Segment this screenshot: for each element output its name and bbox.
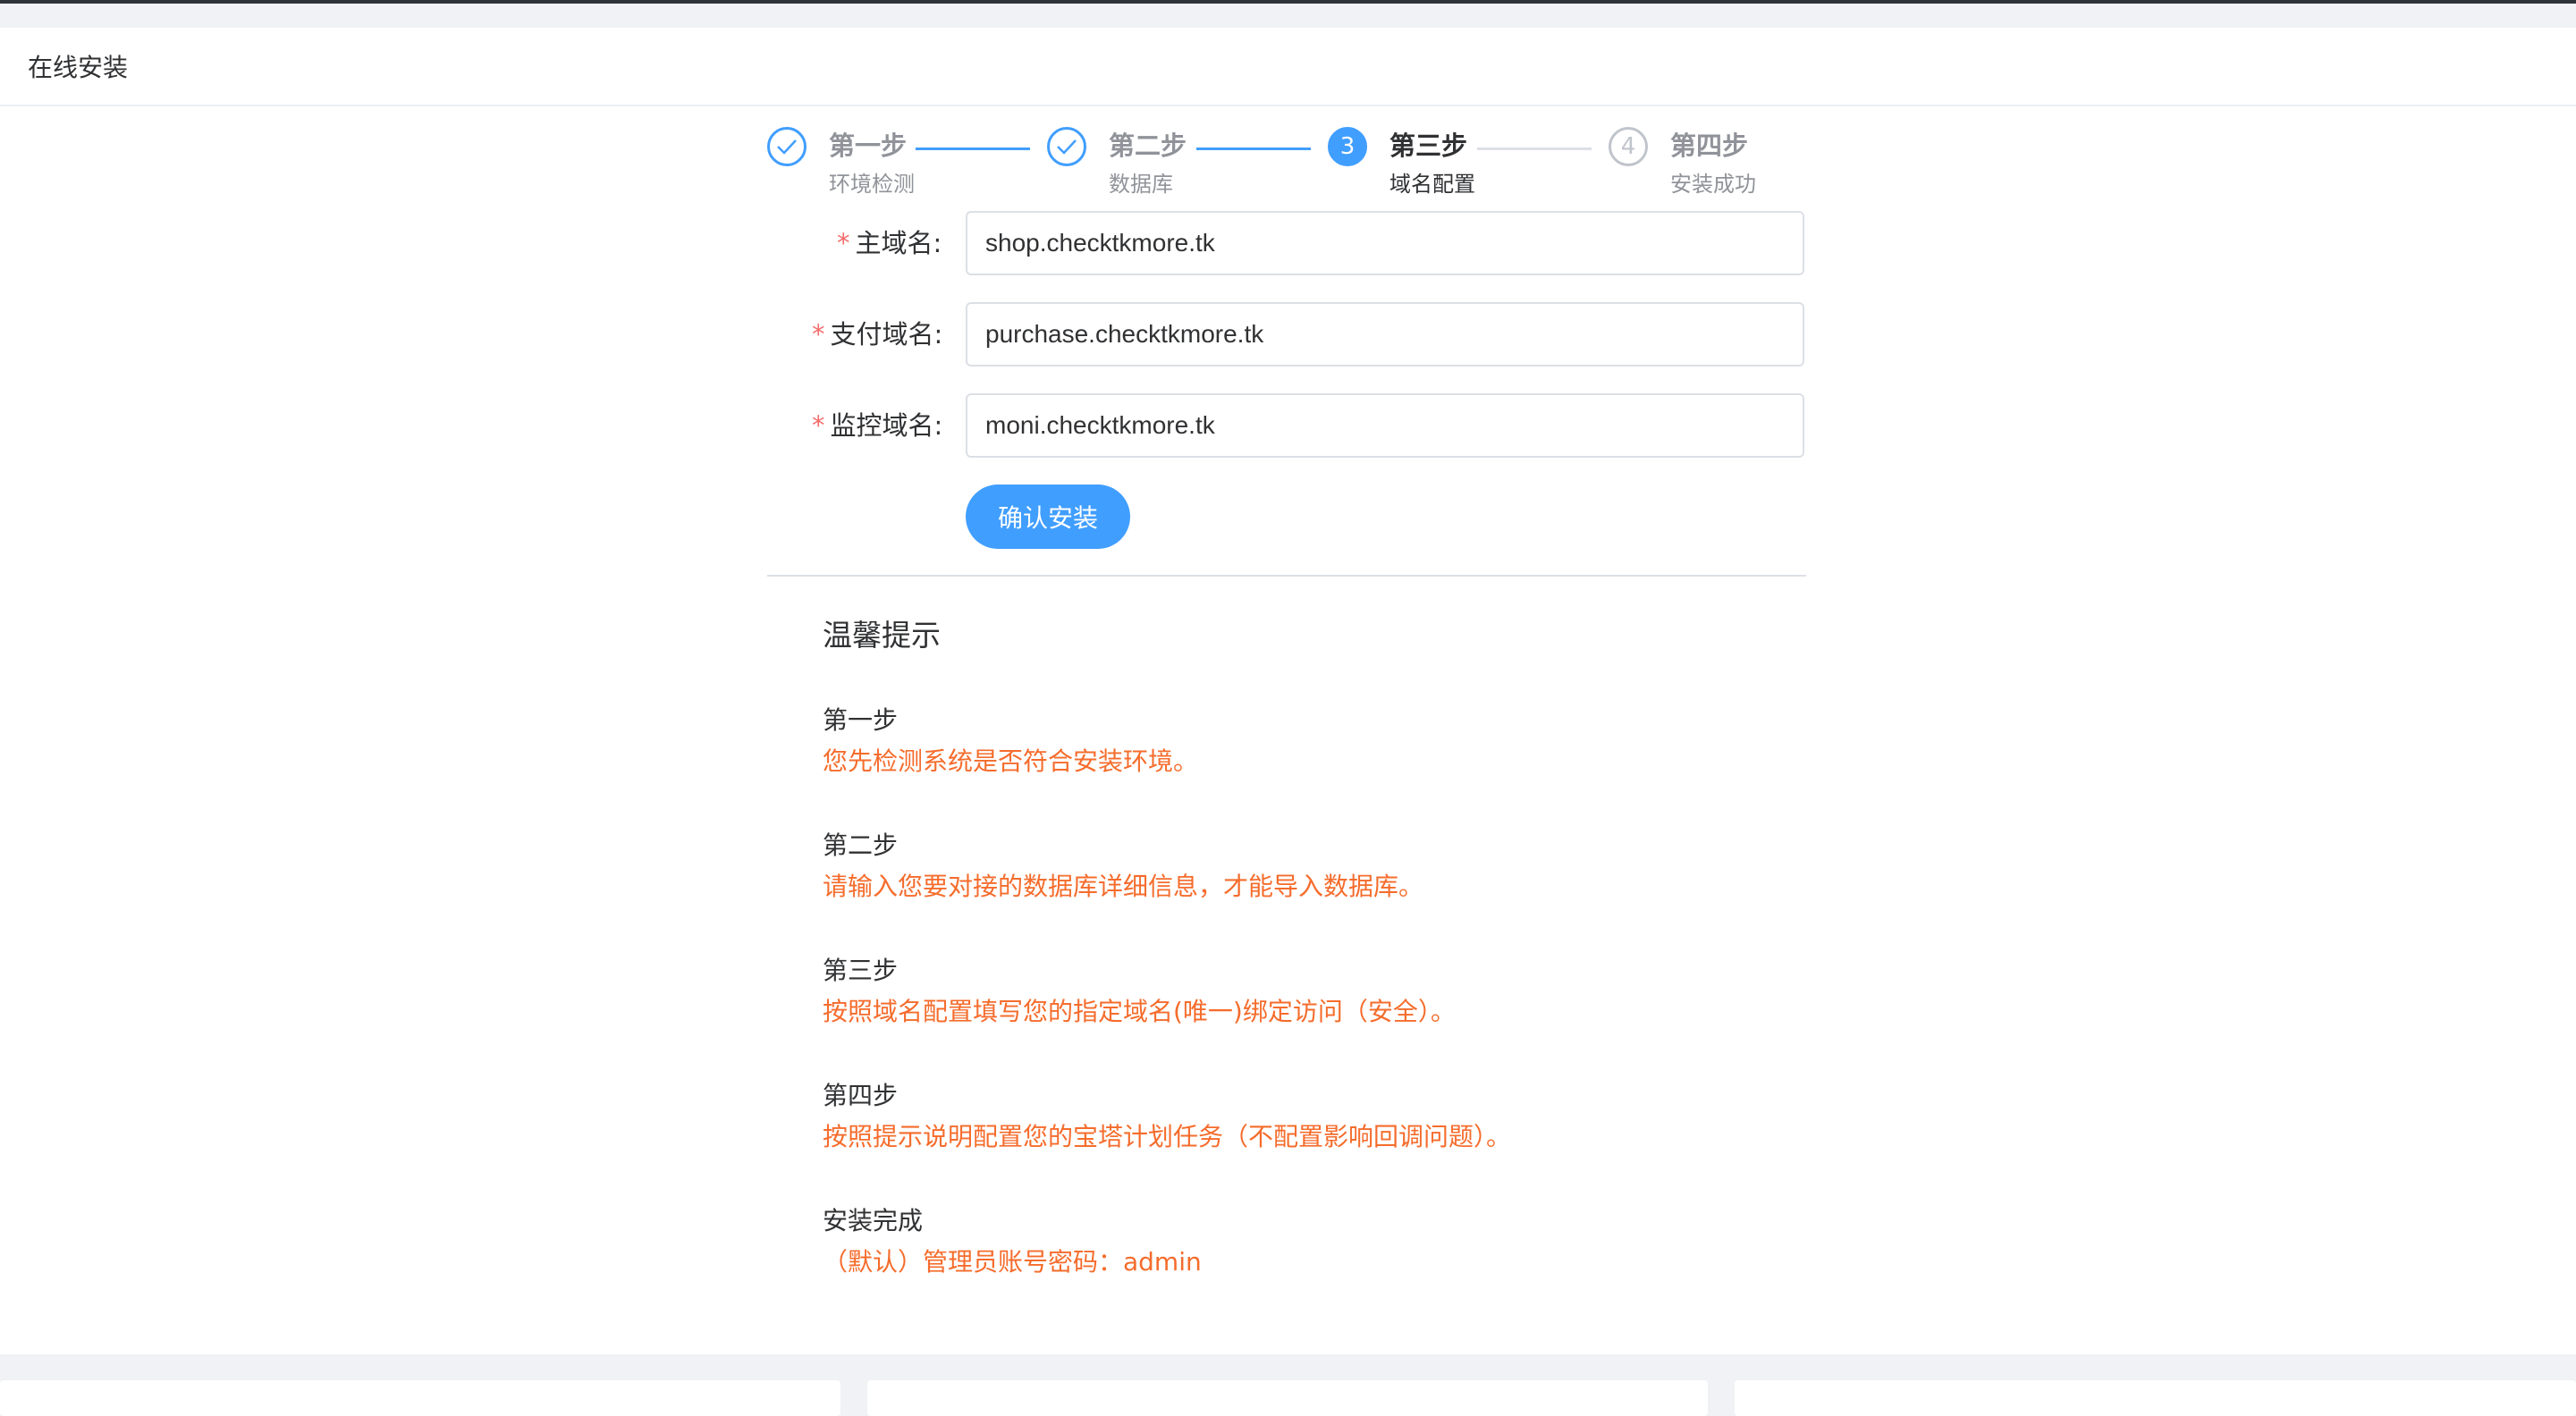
form-row-main-domain: * 主域名: [767, 211, 1804, 275]
check-icon [1047, 127, 1086, 166]
step-title: 第三步 [1389, 131, 1468, 161]
pay-domain-input[interactable] [966, 302, 1804, 367]
bottom-card [0, 1380, 840, 1416]
required-mark: * [812, 319, 825, 350]
bottom-card [1735, 1380, 2576, 1416]
step-number-icon: 4 [1609, 127, 1648, 166]
install-steps: 第一步 环境检测 第二步 数据库 3 第三步 域名配置 4 第四步 安装成功 [767, 97, 1804, 204]
tip-item: 第四步 按照提示说明配置您的宝塔计划任务（不配置影响回调问题）。 [823, 1075, 1511, 1158]
main-domain-input[interactable] [966, 211, 1804, 275]
step-desc: 环境检测 [829, 172, 915, 197]
tip-step: 第四步 [823, 1081, 899, 1110]
step-title: 第四步 [1670, 131, 1749, 161]
step-desc: 安装成功 [1670, 172, 1756, 197]
step-desc: 域名配置 [1389, 172, 1475, 197]
tip-text: 请输入您要对接的数据库详细信息，才能导入数据库。 [823, 872, 1424, 901]
tips-section: 温馨提示 第一步 您先检测系统是否符合安装环境。 第二步 请输入您要对接的数据库… [823, 611, 1806, 1277]
form-row-pay-domain: * 支付域名: [767, 302, 1804, 367]
page-title: 在线安装 [28, 53, 129, 82]
tip-item: 第三步 按照域名配置填写您的指定域名(唯一)绑定访问（安全）。 [823, 950, 1456, 1032]
monitor-domain-label: * 监控域名: [812, 410, 943, 441]
divider [767, 575, 1806, 577]
monitor-domain-input[interactable] [966, 393, 1804, 458]
step-desc: 数据库 [1109, 172, 1173, 197]
tip-item: 安装完成 （默认）管理员账号密码：admin [823, 1201, 1202, 1283]
tip-item: 第二步 请输入您要对接的数据库详细信息，才能导入数据库。 [823, 825, 1423, 907]
required-mark: * [837, 228, 850, 258]
tip-text: 您先检测系统是否符合安装环境。 [823, 746, 1199, 776]
step-connector [1477, 148, 1592, 150]
tip-text: 按照提示说明配置您的宝塔计划任务（不配置影响回调问题）。 [823, 1122, 1512, 1151]
bottom-card [867, 1380, 1708, 1416]
tip-step: 第三步 [823, 956, 899, 985]
confirm-install-button[interactable]: 确认安装 [966, 485, 1130, 549]
card-header: 在线安装 [0, 28, 2576, 106]
form-row-monitor-domain: * 监控域名: [767, 393, 1804, 458]
tip-step: 第一步 [823, 705, 899, 735]
main-domain-label: * 主域名: [837, 228, 942, 258]
step-title: 第二步 [1109, 131, 1187, 161]
tip-text: （默认）管理员账号密码：admin [823, 1247, 1202, 1277]
step-number-icon: 3 [1328, 127, 1367, 166]
step-connector [916, 148, 1030, 150]
step-connector [1196, 148, 1311, 150]
required-mark: * [812, 410, 825, 441]
step-title: 第一步 [829, 131, 908, 161]
tip-step: 安装完成 [823, 1206, 924, 1235]
pay-domain-label: * 支付域名: [812, 319, 943, 350]
check-icon [767, 127, 807, 166]
tip-item: 第一步 您先检测系统是否符合安装环境。 [823, 700, 1198, 782]
top-bar [0, 0, 2576, 4]
tip-step: 第二步 [823, 830, 899, 860]
tips-title: 温馨提示 [823, 618, 941, 653]
tip-text: 按照域名配置填写您的指定域名(唯一)绑定访问（安全）。 [823, 997, 1456, 1026]
